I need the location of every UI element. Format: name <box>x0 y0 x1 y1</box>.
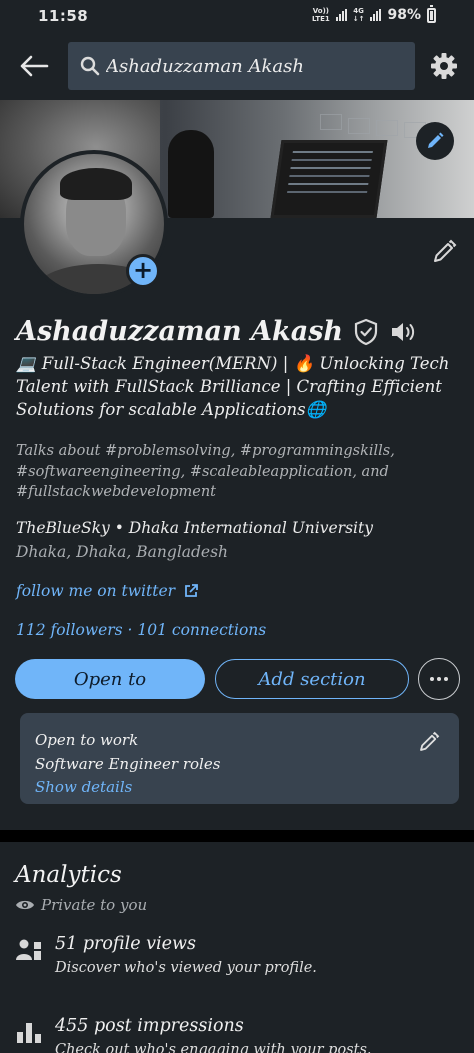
more-options-button[interactable] <box>418 658 460 700</box>
location: Dhaka, Dhaka, Bangladesh <box>16 543 229 561</box>
followers-connections[interactable]: 112 followers · 101 connections <box>16 621 266 639</box>
battery-percent: 98% <box>387 7 421 23</box>
post-impressions-subtitle: Check out who's engaging with your posts… <box>55 1042 372 1053</box>
show-details-link[interactable]: Show details <box>35 778 132 796</box>
gear-icon <box>431 53 457 79</box>
open-to-work-card[interactable]: Open to work Software Engineer roles Sho… <box>20 713 459 804</box>
verified-shield-icon[interactable] <box>353 318 379 346</box>
edit-open-to-work-button[interactable] <box>418 731 442 755</box>
plus-icon: + <box>132 256 154 284</box>
twitter-link[interactable]: follow me on twitter <box>16 582 199 600</box>
post-impressions-title: 455 post impressions <box>55 1016 244 1036</box>
arrow-left-icon <box>20 55 49 77</box>
battery-icon <box>427 4 436 23</box>
volte-indicator: Vo)) LTE1 <box>312 7 330 23</box>
analytics-section: Analytics Private to you 51 profile view… <box>0 842 474 1053</box>
status-indicators: Vo)) LTE1 4G ↓↑ 98% <box>312 4 436 23</box>
signal-icon-2 <box>370 9 382 21</box>
settings-button[interactable] <box>428 50 460 82</box>
profile-name: Ashaduzzaman Akash <box>16 316 344 347</box>
bar-chart-icon <box>17 1023 41 1043</box>
open-to-button[interactable]: Open to <box>15 659 205 699</box>
analytics-title: Analytics <box>15 862 122 888</box>
search-bar[interactable] <box>68 42 415 90</box>
external-link-icon <box>185 584 198 597</box>
section-divider <box>0 830 474 842</box>
talks-about: Talks about #problemsolving, #programmin… <box>16 443 395 500</box>
add-section-button[interactable]: Add section <box>215 659 409 699</box>
edit-cover-button[interactable] <box>416 122 454 160</box>
network-type: 4G ↓↑ <box>352 7 365 23</box>
status-time: 11:58 <box>38 7 89 25</box>
company-education[interactable]: TheBlueSky • Dhaka International Univers… <box>16 519 373 537</box>
private-label: Private to you <box>15 896 147 914</box>
eye-icon <box>16 900 34 910</box>
pencil-icon <box>420 731 440 751</box>
twitter-link-label: follow me on twitter <box>16 582 176 600</box>
profile-views-title: 51 profile views <box>55 934 196 954</box>
people-icon <box>16 939 41 960</box>
profile-views-subtitle: Discover who's viewed your profile. <box>55 960 317 976</box>
speaker-icon[interactable] <box>389 320 417 344</box>
open-to-work-roles: Software Engineer roles <box>35 755 221 773</box>
name-row: Ashaduzzaman Akash <box>16 316 417 347</box>
search-input[interactable] <box>106 55 406 77</box>
top-app-bar <box>0 32 474 100</box>
pencil-icon <box>434 239 457 262</box>
add-photo-button[interactable]: + <box>126 254 160 288</box>
signal-icon <box>335 9 347 21</box>
open-to-work-title: Open to work <box>35 731 139 749</box>
status-bar: 11:58 Vo)) LTE1 4G ↓↑ 98% <box>0 0 474 32</box>
search-icon <box>80 56 100 76</box>
profile-headline: 💻 Full-Stack Engineer(MERN) | 🔥 Unlockin… <box>16 354 450 419</box>
edit-profile-button[interactable] <box>426 234 462 270</box>
pencil-icon <box>428 132 444 148</box>
back-button[interactable] <box>14 50 54 82</box>
